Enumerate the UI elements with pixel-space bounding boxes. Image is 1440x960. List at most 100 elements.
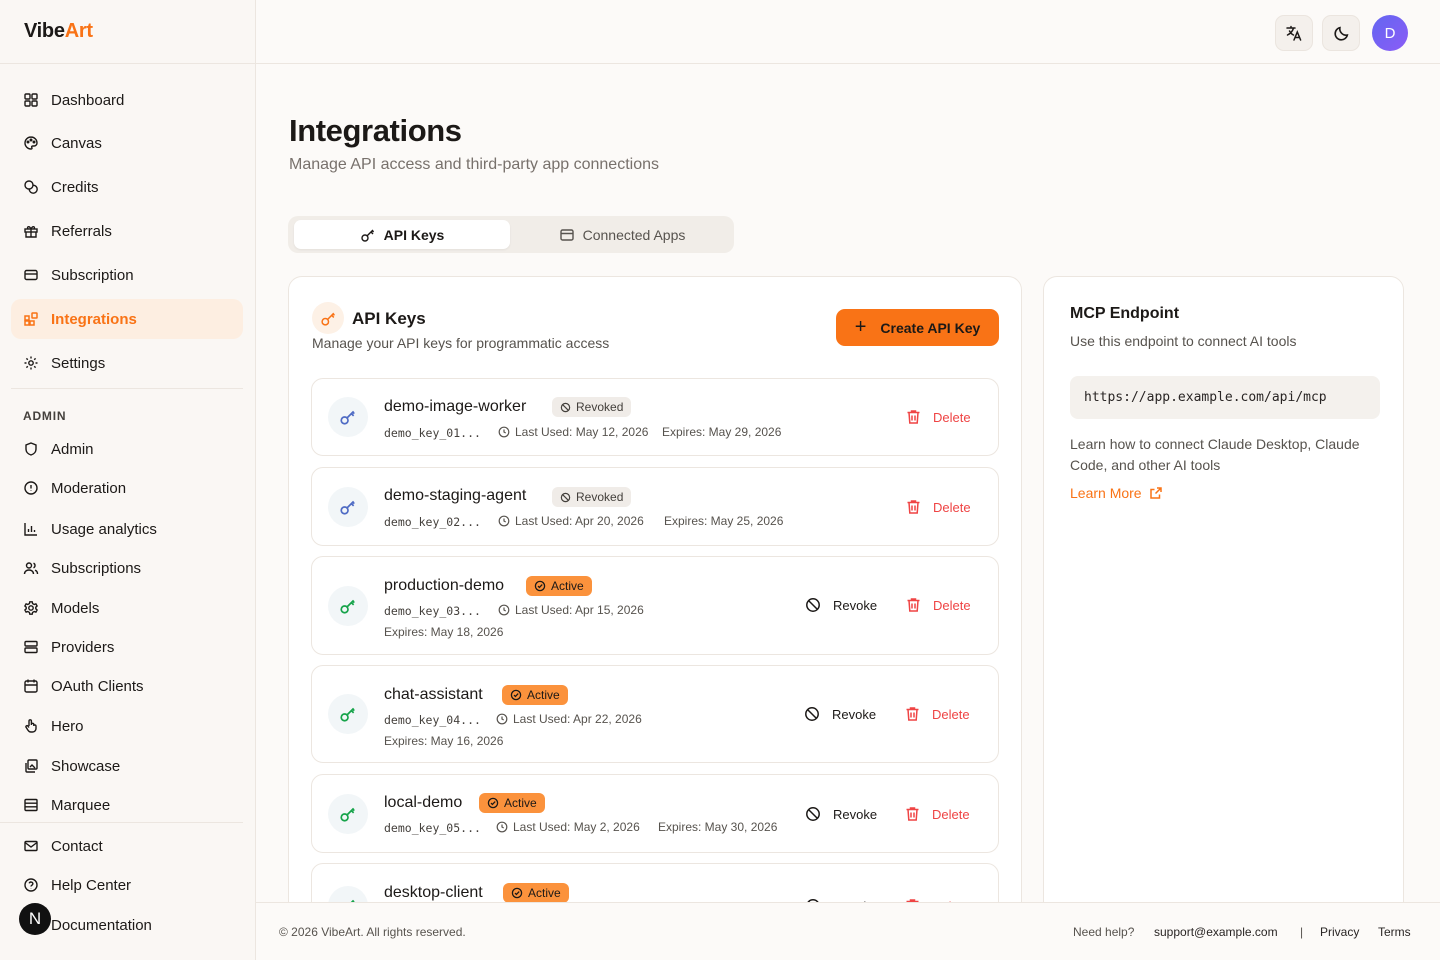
sidebar-item-providers[interactable]: Providers bbox=[11, 627, 243, 667]
sidebar-item-canvas[interactable]: Canvas bbox=[11, 123, 243, 163]
sidebar-item-moderation[interactable]: Moderation bbox=[11, 468, 243, 508]
api-keys-title: API Keys bbox=[352, 309, 426, 328]
user-badge[interactable]: N bbox=[19, 903, 51, 935]
sidebar-item-label: Hero bbox=[51, 717, 84, 735]
delete-button[interactable]: Delete bbox=[905, 706, 970, 722]
delete-label: Delete bbox=[932, 806, 970, 822]
key-icon bbox=[340, 599, 355, 614]
trash-icon bbox=[907, 410, 920, 424]
revoke-label: Revoke bbox=[832, 706, 877, 722]
sidebar-item-oauth-clients[interactable]: OAuth Clients bbox=[11, 666, 243, 706]
last-used-text: Last Used: Apr 15, 2026 bbox=[515, 603, 644, 617]
status-label: Active bbox=[527, 688, 560, 702]
sidebar-item-showcase[interactable]: Showcase bbox=[11, 746, 243, 786]
ban-icon bbox=[560, 492, 571, 502]
sidebar-divider bbox=[11, 388, 243, 389]
sidebar-item-label: Subscriptions bbox=[51, 559, 142, 577]
rows-icon bbox=[24, 798, 38, 812]
delete-button[interactable]: Delete bbox=[906, 409, 971, 425]
clock-icon bbox=[496, 713, 508, 725]
mcp-endpoint-url[interactable]: https://app.example.com/api/mcp bbox=[1070, 376, 1380, 419]
trash-icon bbox=[906, 707, 919, 721]
sidebar-item-credits[interactable]: Credits bbox=[11, 167, 243, 207]
revoke-button[interactable]: Revoke bbox=[805, 806, 877, 822]
theme-toggle-button[interactable] bbox=[1322, 15, 1360, 51]
badge-check-icon bbox=[487, 797, 499, 809]
app-logo[interactable]: VibeArt bbox=[24, 20, 93, 43]
sidebar-item-settings[interactable]: Settings bbox=[11, 343, 243, 383]
sidebar-item-label: Models bbox=[51, 599, 100, 617]
clock-icon bbox=[498, 426, 510, 438]
tab-api-keys[interactable]: API Keys bbox=[294, 220, 510, 249]
sidebar-item-hero[interactable]: Hero bbox=[11, 706, 243, 746]
sidebar-divider bbox=[0, 63, 256, 64]
grid-icon bbox=[24, 93, 38, 107]
key-icon bbox=[340, 500, 355, 515]
user-avatar[interactable]: D bbox=[1372, 15, 1408, 51]
last-used: Last Used: May 2, 2026 bbox=[496, 820, 640, 834]
last-used: Last Used: Apr 20, 2026 bbox=[498, 514, 644, 528]
sidebar-item-referrals[interactable]: Referrals bbox=[11, 211, 243, 251]
sidebar-item-usage-analytics[interactable]: Usage analytics bbox=[11, 509, 243, 549]
sidebar-divider bbox=[0, 822, 243, 823]
status-label: Active bbox=[551, 579, 584, 593]
sidebar-item-marquee[interactable]: Marquee bbox=[11, 785, 243, 825]
api-key-row: desktop-client Active Revoke Delete bbox=[311, 863, 999, 903]
revoke-button[interactable]: Revoke bbox=[804, 706, 876, 722]
delete-button[interactable]: Delete bbox=[905, 806, 970, 822]
delete-label: Delete bbox=[932, 706, 970, 722]
external-link-icon bbox=[1149, 487, 1162, 499]
status-label: Revoked bbox=[576, 490, 624, 504]
moon-icon bbox=[1333, 26, 1348, 41]
sidebar-item-help-center[interactable]: Help Center bbox=[11, 865, 243, 905]
sidebar-item-contact[interactable]: Contact bbox=[11, 826, 243, 866]
api-key-prefix: demo_key_03... bbox=[384, 604, 481, 618]
clock-icon bbox=[498, 515, 510, 527]
revoke-button[interactable]: Revoke bbox=[805, 597, 877, 613]
delete-button[interactable]: Delete bbox=[906, 499, 971, 515]
key-icon bbox=[340, 807, 355, 822]
sidebar-item-label: Credits bbox=[51, 178, 99, 196]
footer-separator: | bbox=[1300, 925, 1304, 939]
delete-button[interactable]: Delete bbox=[906, 597, 971, 613]
key-icon bbox=[340, 410, 355, 425]
learn-more-link[interactable]: Learn More bbox=[1070, 485, 1163, 501]
sidebar-item-label: OAuth Clients bbox=[51, 677, 144, 695]
badge-check-icon bbox=[534, 580, 546, 592]
create-api-key-button[interactable]: + Create API Key bbox=[836, 309, 999, 346]
last-used-text: Last Used: Apr 22, 2026 bbox=[513, 712, 642, 726]
api-key-list: demo-image-worker Revoked demo_key_01...… bbox=[288, 366, 1021, 903]
key-icon bbox=[340, 707, 355, 722]
expires: Expires: May 25, 2026 bbox=[664, 514, 784, 528]
api-key-prefix: demo_key_05... bbox=[384, 821, 481, 835]
sidebar-item-label: Moderation bbox=[51, 479, 127, 497]
badge-check-icon bbox=[510, 689, 522, 701]
api-key-row: demo-staging-agent Revoked demo_key_02..… bbox=[311, 467, 999, 546]
badge-check-icon bbox=[511, 887, 523, 899]
language-button[interactable] bbox=[1275, 15, 1313, 51]
page-footer: © 2026 VibeArt. All rights reserved. Nee… bbox=[256, 902, 1440, 960]
sidebar-item-models[interactable]: Models bbox=[11, 588, 243, 628]
ban-icon bbox=[806, 598, 820, 612]
sidebar-item-label: Showcase bbox=[51, 757, 121, 775]
privacy-link[interactable]: Privacy bbox=[1320, 925, 1359, 939]
help-circle-icon bbox=[24, 878, 38, 892]
last-used-text: Last Used: May 12, 2026 bbox=[515, 425, 649, 439]
sidebar-item-integrations[interactable]: Integrations bbox=[11, 299, 243, 339]
sidebar-item-subscriptions[interactable]: Subscriptions bbox=[11, 548, 243, 588]
tab-connected-apps[interactable]: Connected Apps bbox=[516, 220, 728, 249]
revoke-label: Revoke bbox=[833, 597, 878, 613]
api-key-row: local-demo Active demo_key_05... Last Us… bbox=[311, 774, 999, 853]
api-key-name: demo-staging-agent bbox=[384, 487, 527, 504]
shield-icon bbox=[25, 442, 37, 456]
terms-link[interactable]: Terms bbox=[1378, 925, 1411, 939]
status-badge: Active bbox=[502, 685, 568, 705]
top-header bbox=[256, 0, 1440, 64]
last-used-text: Last Used: Apr 20, 2026 bbox=[515, 514, 644, 528]
sidebar-item-dashboard[interactable]: Dashboard bbox=[11, 80, 243, 120]
support-email-link[interactable]: support@example.com bbox=[1154, 925, 1278, 939]
sidebar-item-admin[interactable]: Admin bbox=[11, 429, 243, 469]
delete-label: Delete bbox=[933, 597, 971, 613]
sidebar-item-subscription[interactable]: Subscription bbox=[11, 255, 243, 295]
status-badge: Revoked bbox=[552, 397, 632, 417]
